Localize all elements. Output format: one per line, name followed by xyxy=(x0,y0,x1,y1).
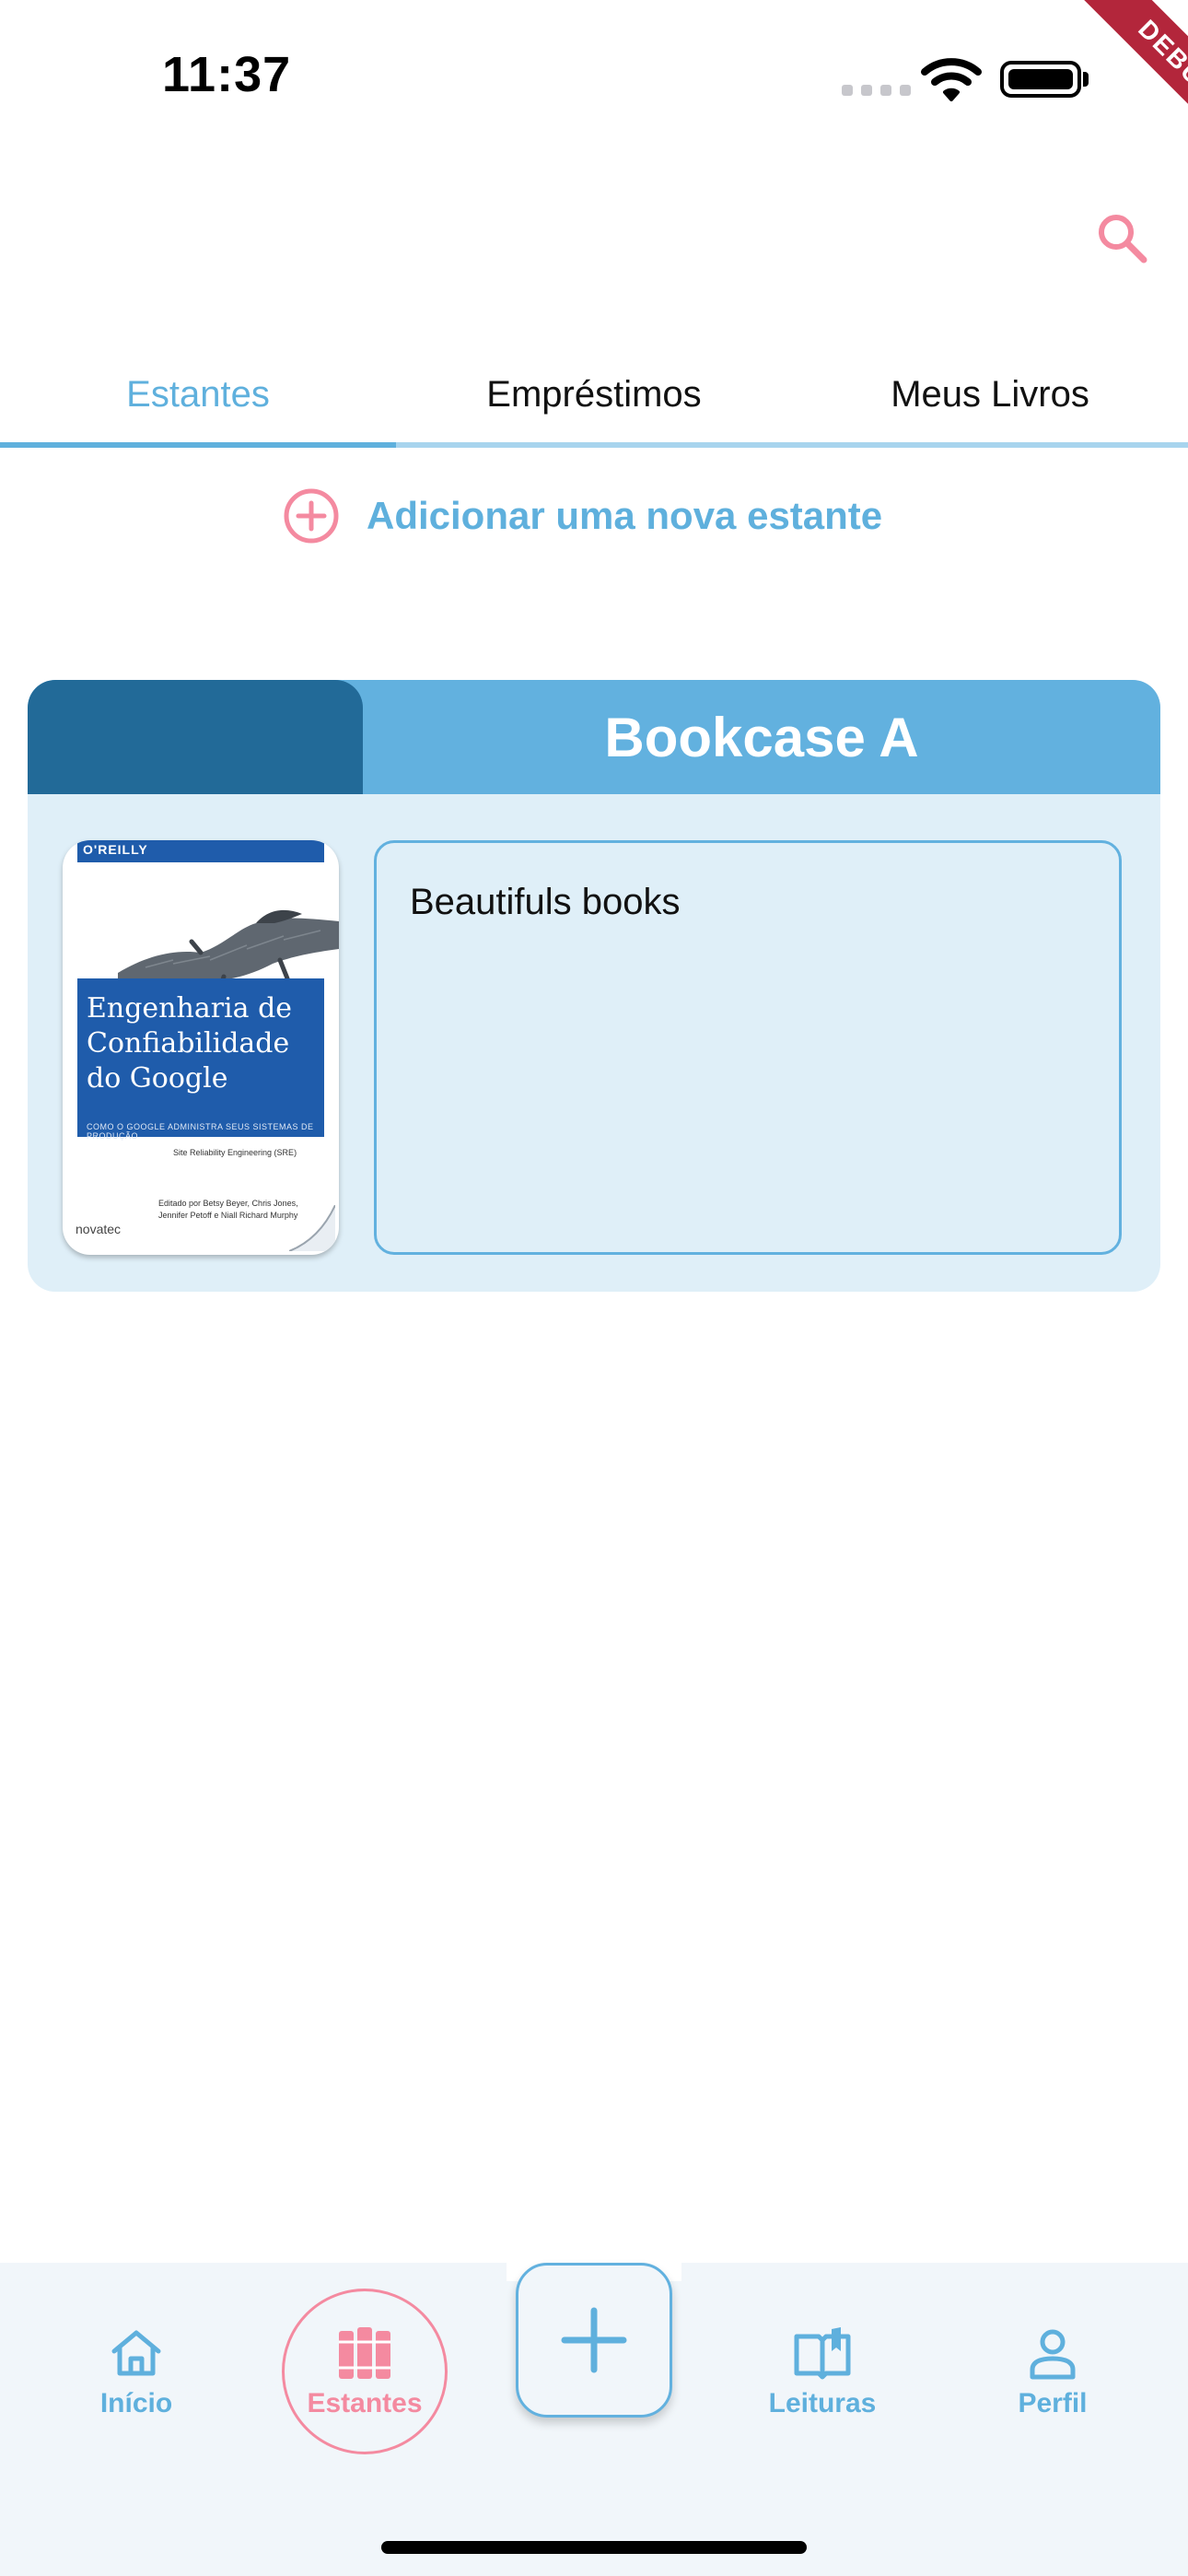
battery-tip xyxy=(1083,72,1089,87)
books-icon xyxy=(339,2327,390,2379)
nav-leituras-label: Leituras xyxy=(768,2388,877,2418)
status-time: 11:37 xyxy=(162,47,292,102)
bookcase-card[interactable]: Bookcase A O'REILLY Engenharia de Confia… xyxy=(28,680,1160,1292)
bookcase-title: Bookcase A xyxy=(604,706,919,768)
nav-inicio[interactable]: Início xyxy=(81,2324,192,2419)
home-icon xyxy=(111,2330,161,2376)
person-icon xyxy=(1030,2329,1076,2380)
cover-publisher: novatec xyxy=(76,1222,122,1236)
bookcase-header-accent xyxy=(28,680,363,794)
nav-leituras[interactable]: Leituras xyxy=(755,2324,890,2419)
add-fab-button[interactable] xyxy=(516,2263,672,2418)
bookcase-description: Beautifuls books xyxy=(410,882,681,922)
cover-title: Engenharia de Confiabilidade do Google xyxy=(87,992,293,1095)
home-indicator xyxy=(381,2541,807,2554)
tab-meus-livros[interactable]: Meus Livros xyxy=(792,341,1188,448)
page-curl-icon xyxy=(289,1205,335,1251)
nav-estantes-label: Estantes xyxy=(307,2388,423,2418)
search-icon[interactable] xyxy=(1092,208,1151,267)
cover-series: Site Reliability Engineering (SRE) xyxy=(173,1148,297,1157)
debug-ribbon: DEBUG xyxy=(1077,0,1188,163)
plus-icon xyxy=(561,2307,627,2373)
nav-inicio-label: Início xyxy=(99,2388,173,2418)
nav-perfil-label: Perfil xyxy=(1018,2388,1088,2418)
tab-bar: Estantes Empréstimos Meus Livros xyxy=(0,341,1188,448)
bookcase-description-box[interactable]: Beautifuls books xyxy=(374,840,1122,1255)
open-book-icon xyxy=(794,2327,851,2380)
add-shelf-button[interactable]: Adicionar uma nova estante xyxy=(282,486,882,545)
nav-estantes[interactable]: Estantes xyxy=(282,2289,448,2454)
tab-estantes[interactable]: Estantes xyxy=(0,341,396,448)
tab-emprestimos[interactable]: Empréstimos xyxy=(396,341,792,448)
add-shelf-label: Adicionar uma nova estante xyxy=(367,494,883,537)
cellular-signal-icon xyxy=(842,85,911,96)
book-cover[interactable]: O'REILLY Engenharia de Confiabilidade do… xyxy=(63,840,339,1255)
cover-brand: O'REILLY xyxy=(83,842,148,857)
wifi-icon xyxy=(921,58,982,101)
plus-circle-icon xyxy=(284,488,339,544)
battery-icon xyxy=(1000,61,1081,98)
nav-perfil[interactable]: Perfil xyxy=(1004,2324,1101,2419)
tab-active-indicator xyxy=(0,442,396,448)
cover-subtitle: COMO O GOOGLE ADMINISTRA SEUS SISTEMAS D… xyxy=(87,1122,314,1141)
